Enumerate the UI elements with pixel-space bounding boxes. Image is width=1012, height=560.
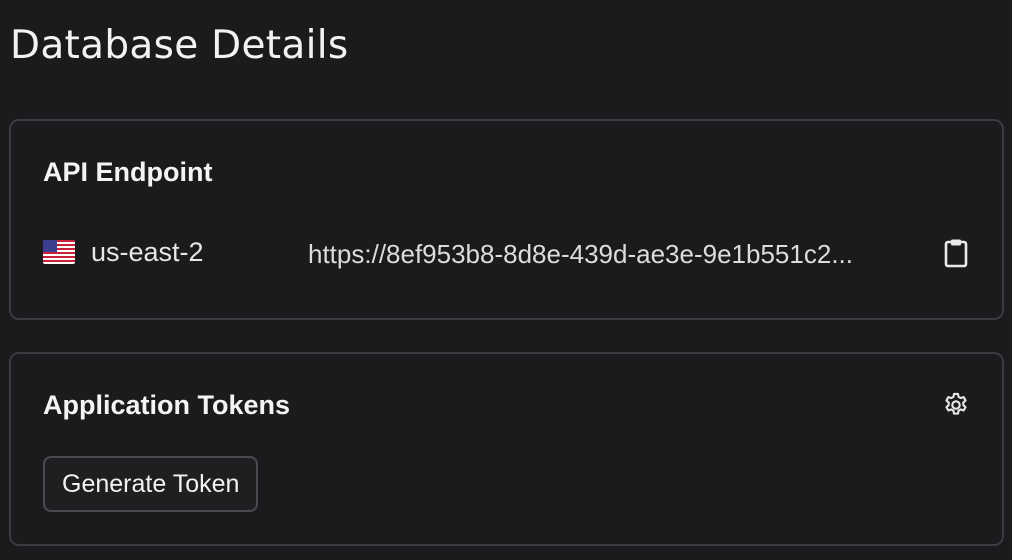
api-endpoint-card: API Endpoint us-east-2 https://8ef953b8-… [9,119,1004,320]
api-endpoint-title: API Endpoint [43,157,213,187]
region-label: us-east-2 [91,237,204,267]
page-title: Database Details [10,23,349,68]
clipboard-icon[interactable] [944,238,968,268]
region-info: us-east-2 [43,235,204,269]
gear-icon[interactable] [942,391,970,419]
application-tokens-card: Application Tokens Generate Token [9,352,1004,546]
application-tokens-title: Application Tokens [43,390,291,420]
copy-endpoint-button[interactable] [941,236,971,270]
us-flag-icon [43,240,75,264]
generate-token-button[interactable]: Generate Token [43,456,259,512]
database-details-page: Database Details API Endpoint us-east-2 … [0,0,1012,560]
flag-canton [43,240,57,252]
token-settings-button[interactable] [941,390,971,420]
endpoint-url[interactable]: https://8ef953b8-8d8e-439d-ae3e-9e1b551c… [308,238,928,270]
